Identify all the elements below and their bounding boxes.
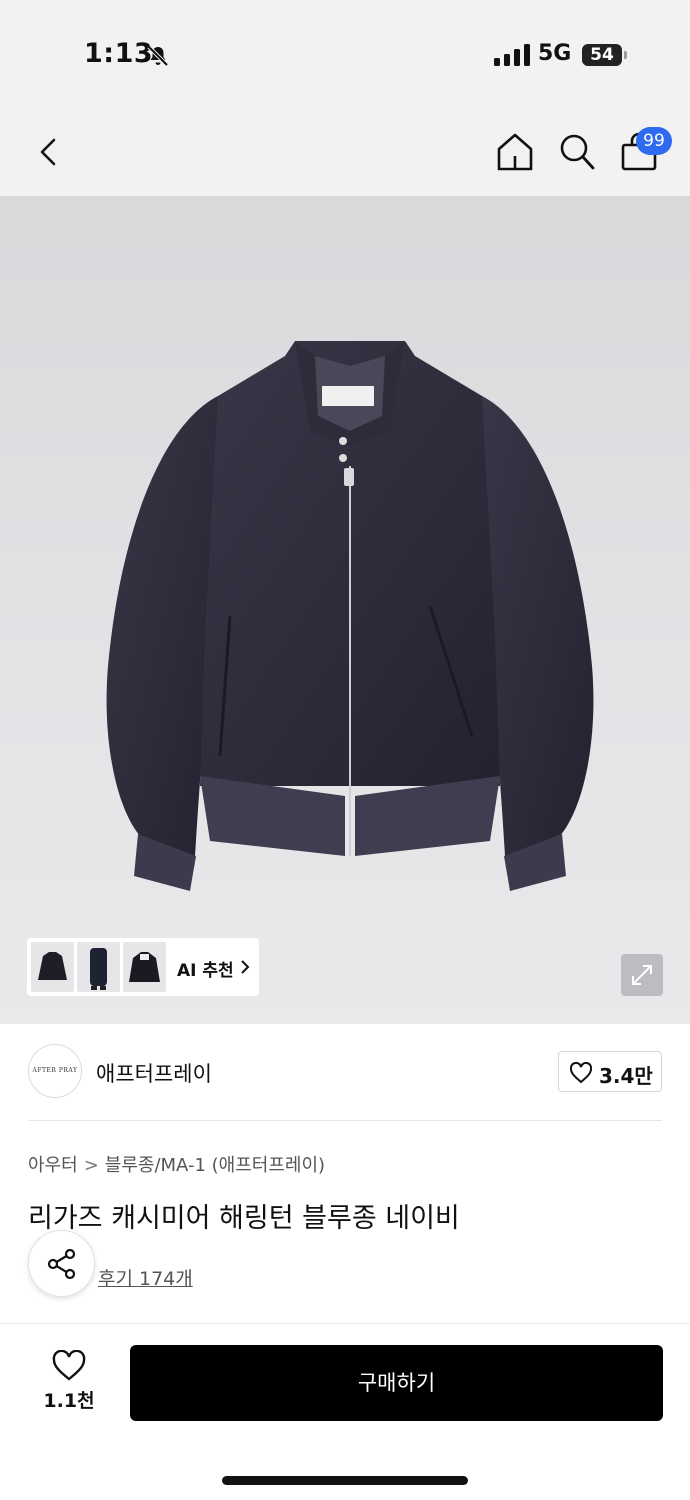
breadcrumb-subcategory[interactable]: 블루종/MA-1 (애프터프레이) <box>105 1155 325 1176</box>
battery-cap <box>624 51 627 59</box>
expand-icon <box>632 965 652 985</box>
status-bar: 1:13 5G 54 <box>0 0 690 110</box>
divider <box>28 1120 662 1121</box>
brand-like-button[interactable]: 3.4만 <box>558 1051 662 1092</box>
search-icon[interactable] <box>558 132 596 172</box>
thumbnail-2[interactable] <box>77 942 120 992</box>
wishlist-button[interactable]: 1.1천 <box>40 1346 98 1416</box>
heart-icon <box>52 1350 86 1381</box>
share-icon <box>47 1248 76 1280</box>
product-image-area[interactable] <box>0 196 690 1024</box>
brand-like-count: 3.4만 <box>599 1064 653 1088</box>
battery-icon: 54 <box>582 44 622 66</box>
home-indicator <box>222 1476 468 1485</box>
thumbnail-3[interactable] <box>123 942 166 992</box>
back-icon[interactable] <box>34 134 66 170</box>
divider <box>0 1323 690 1324</box>
breadcrumb: 아우터 > 블루종/MA-1 (애프터프레이) <box>28 1151 325 1177</box>
product-image <box>106 341 594 891</box>
nav-bar <box>0 110 690 196</box>
product-title: 리가즈 캐시미어 해링턴 블루종 네이비 <box>28 1203 460 1234</box>
chevron-right-icon: > <box>83 1155 99 1176</box>
buy-button[interactable]: 구매하기 <box>130 1345 663 1421</box>
share-button[interactable] <box>28 1230 95 1297</box>
home-icon[interactable] <box>496 132 534 172</box>
status-time: 1:13 <box>84 38 154 69</box>
thumbnail-1[interactable] <box>31 942 74 992</box>
ai-recommend-label[interactable]: AI 추천 <box>177 956 234 981</box>
cart-badge: 99 <box>636 127 672 155</box>
network-label: 5G <box>538 41 572 66</box>
brand-name[interactable]: 애프터프레이 <box>96 1058 212 1088</box>
review-link[interactable]: 후기 174개 <box>98 1264 193 1291</box>
expand-button[interactable] <box>621 954 663 996</box>
chevron-right-icon <box>241 960 250 974</box>
ai-recommend-strip[interactable]: AI 추천 <box>27 938 259 996</box>
heart-icon <box>569 1062 593 1084</box>
wishlist-count: 1.1천 <box>43 1390 95 1412</box>
bell-slash-icon <box>147 45 169 67</box>
brand-logo[interactable]: AFTER PRAY <box>28 1044 82 1098</box>
breadcrumb-category[interactable]: 아우터 <box>28 1155 78 1176</box>
signal-icon <box>494 44 530 66</box>
